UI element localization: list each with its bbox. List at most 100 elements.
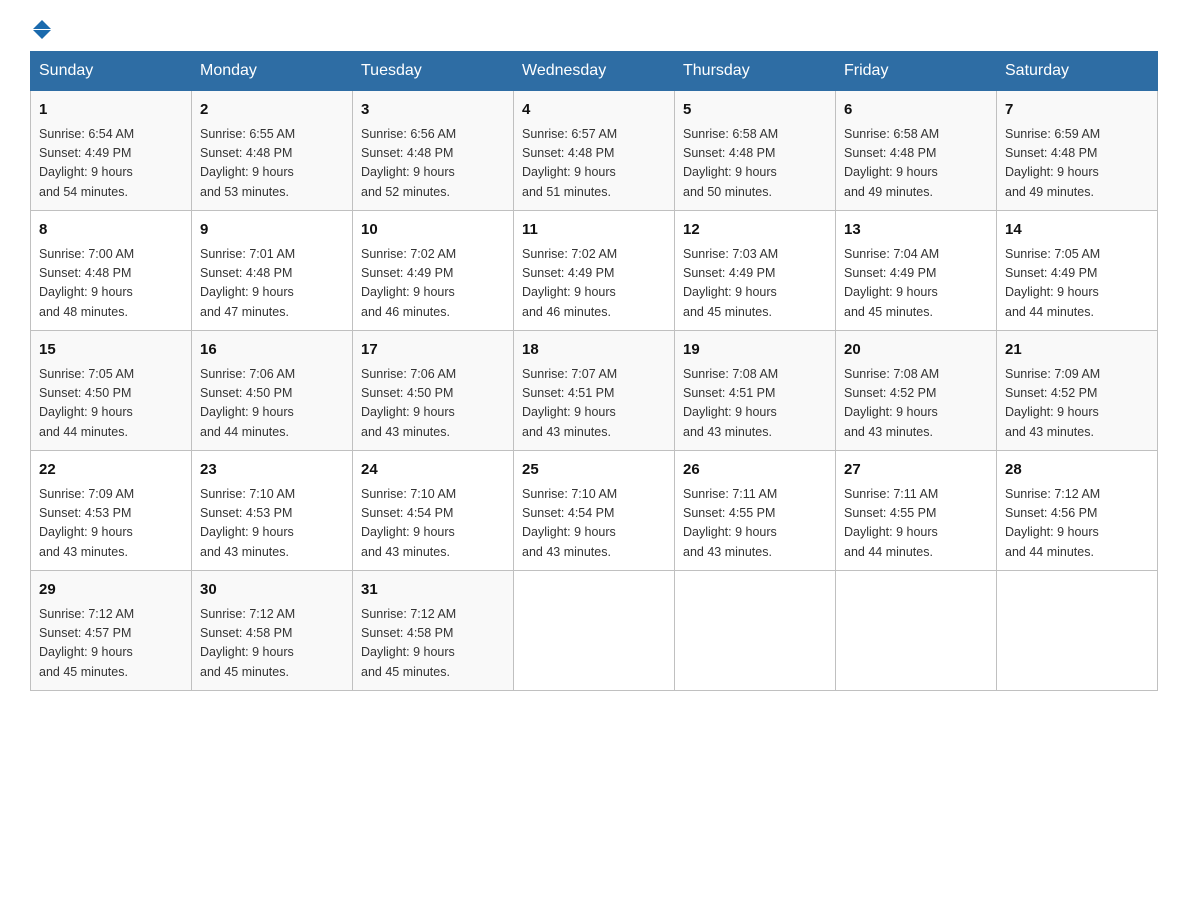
day-number: 23 <box>200 459 344 482</box>
day-info: Sunrise: 7:12 AMSunset: 4:58 PMDaylight:… <box>361 605 505 683</box>
day-number: 30 <box>200 579 344 602</box>
day-number: 24 <box>361 459 505 482</box>
weekday-header-tuesday: Tuesday <box>353 52 514 91</box>
day-number: 26 <box>683 459 827 482</box>
day-info: Sunrise: 7:11 AMSunset: 4:55 PMDaylight:… <box>683 485 827 563</box>
day-number: 13 <box>844 219 988 242</box>
day-info: Sunrise: 7:12 AMSunset: 4:57 PMDaylight:… <box>39 605 183 683</box>
day-number: 29 <box>39 579 183 602</box>
weekday-header-sunday: Sunday <box>31 52 192 91</box>
calendar-cell: 2Sunrise: 6:55 AMSunset: 4:48 PMDaylight… <box>192 91 353 211</box>
day-info: Sunrise: 7:10 AMSunset: 4:54 PMDaylight:… <box>522 485 666 563</box>
day-info: Sunrise: 6:58 AMSunset: 4:48 PMDaylight:… <box>844 125 988 203</box>
day-number: 16 <box>200 339 344 362</box>
calendar-cell: 28 Sunrise: 7:12 AMSunset: 4:56 PMDayligh… <box>997 451 1158 571</box>
weekday-header-monday: Monday <box>192 52 353 91</box>
day-number: 19 <box>683 339 827 362</box>
calendar-cell: 16 Sunrise: 7:06 AMSunset: 4:50 PMDayligh… <box>192 331 353 451</box>
day-number: 22 <box>39 459 183 482</box>
day-number: 4 <box>522 99 666 122</box>
weekday-row: SundayMondayTuesdayWednesdayThursdayFrid… <box>31 52 1158 91</box>
day-info: Sunrise: 6:59 AMSunset: 4:48 PMDaylight:… <box>1005 125 1149 203</box>
calendar-cell: 31 Sunrise: 7:12 AMSunset: 4:58 PMDayligh… <box>353 571 514 691</box>
day-info: Sunrise: 7:00 AMSunset: 4:48 PMDaylight:… <box>39 245 183 323</box>
calendar-header: SundayMondayTuesdayWednesdayThursdayFrid… <box>31 52 1158 91</box>
day-number: 7 <box>1005 99 1149 122</box>
calendar-cell: 24 Sunrise: 7:10 AMSunset: 4:54 PMDayligh… <box>353 451 514 571</box>
day-info: Sunrise: 7:12 AMSunset: 4:56 PMDaylight:… <box>1005 485 1149 563</box>
calendar-cell: 13Sunrise: 7:04 AMSunset: 4:49 PMDayligh… <box>836 211 997 331</box>
day-number: 8 <box>39 219 183 242</box>
calendar-cell: 10 Sunrise: 7:02 AMSunset: 4:49 PMDayligh… <box>353 211 514 331</box>
weekday-header-friday: Friday <box>836 52 997 91</box>
weekday-header-thursday: Thursday <box>675 52 836 91</box>
day-info: Sunrise: 7:06 AMSunset: 4:50 PMDaylight:… <box>200 365 344 443</box>
day-info: Sunrise: 7:10 AMSunset: 4:54 PMDaylight:… <box>361 485 505 563</box>
day-info: Sunrise: 7:02 AMSunset: 4:49 PMDaylight:… <box>361 245 505 323</box>
day-info: Sunrise: 7:11 AMSunset: 4:55 PMDaylight:… <box>844 485 988 563</box>
calendar-cell: 20 Sunrise: 7:08 AMSunset: 4:52 PMDayligh… <box>836 331 997 451</box>
day-info: Sunrise: 6:56 AMSunset: 4:48 PMDaylight:… <box>361 125 505 203</box>
day-info: Sunrise: 6:54 AMSunset: 4:49 PMDaylight:… <box>39 125 183 203</box>
calendar-cell: 18 Sunrise: 7:07 AMSunset: 4:51 PMDayligh… <box>514 331 675 451</box>
day-info: Sunrise: 7:03 AMSunset: 4:49 PMDaylight:… <box>683 245 827 323</box>
day-number: 1 <box>39 99 183 122</box>
day-number: 20 <box>844 339 988 362</box>
day-number: 12 <box>683 219 827 242</box>
calendar-cell: 9 Sunrise: 7:01 AMSunset: 4:48 PMDaylight… <box>192 211 353 331</box>
logo-icon <box>33 20 51 39</box>
day-number: 25 <box>522 459 666 482</box>
day-info: Sunrise: 7:08 AMSunset: 4:52 PMDaylight:… <box>844 365 988 443</box>
calendar-cell: 4Sunrise: 6:57 AMSunset: 4:48 PMDaylight… <box>514 91 675 211</box>
day-info: Sunrise: 7:01 AMSunset: 4:48 PMDaylight:… <box>200 245 344 323</box>
calendar-cell <box>514 571 675 691</box>
calendar-cell: 6 Sunrise: 6:58 AMSunset: 4:48 PMDaylight… <box>836 91 997 211</box>
week-row-2: 8 Sunrise: 7:00 AMSunset: 4:48 PMDaylight… <box>31 211 1158 331</box>
day-info: Sunrise: 7:02 AMSunset: 4:49 PMDaylight:… <box>522 245 666 323</box>
day-number: 28 <box>1005 459 1149 482</box>
day-number: 5 <box>683 99 827 122</box>
day-number: 10 <box>361 219 505 242</box>
calendar-cell: 23 Sunrise: 7:10 AMSunset: 4:53 PMDayligh… <box>192 451 353 571</box>
calendar-cell: 29 Sunrise: 7:12 AMSunset: 4:57 PMDayligh… <box>31 571 192 691</box>
day-info: Sunrise: 7:05 AMSunset: 4:49 PMDaylight:… <box>1005 245 1149 323</box>
day-number: 18 <box>522 339 666 362</box>
page-header <box>30 20 1158 33</box>
calendar-cell: 11 Sunrise: 7:02 AMSunset: 4:49 PMDayligh… <box>514 211 675 331</box>
day-info: Sunrise: 7:10 AMSunset: 4:53 PMDaylight:… <box>200 485 344 563</box>
calendar-cell: 17 Sunrise: 7:06 AMSunset: 4:50 PMDayligh… <box>353 331 514 451</box>
day-info: Sunrise: 7:07 AMSunset: 4:51 PMDaylight:… <box>522 365 666 443</box>
calendar-cell: 12 Sunrise: 7:03 AMSunset: 4:49 PMDayligh… <box>675 211 836 331</box>
week-row-1: 1 Sunrise: 6:54 AMSunset: 4:49 PMDaylight… <box>31 91 1158 211</box>
calendar-cell <box>836 571 997 691</box>
day-number: 27 <box>844 459 988 482</box>
day-info: Sunrise: 7:06 AMSunset: 4:50 PMDaylight:… <box>361 365 505 443</box>
day-number: 11 <box>522 219 666 242</box>
calendar-table: SundayMondayTuesdayWednesdayThursdayFrid… <box>30 51 1158 691</box>
day-number: 21 <box>1005 339 1149 362</box>
day-info: Sunrise: 7:08 AMSunset: 4:51 PMDaylight:… <box>683 365 827 443</box>
calendar-cell <box>997 571 1158 691</box>
day-number: 6 <box>844 99 988 122</box>
day-info: Sunrise: 7:09 AMSunset: 4:52 PMDaylight:… <box>1005 365 1149 443</box>
calendar-cell <box>675 571 836 691</box>
day-info: Sunrise: 7:05 AMSunset: 4:50 PMDaylight:… <box>39 365 183 443</box>
day-number: 17 <box>361 339 505 362</box>
day-info: Sunrise: 6:55 AMSunset: 4:48 PMDaylight:… <box>200 125 344 203</box>
weekday-header-wednesday: Wednesday <box>514 52 675 91</box>
calendar-cell: 30Sunrise: 7:12 AMSunset: 4:58 PMDayligh… <box>192 571 353 691</box>
day-number: 31 <box>361 579 505 602</box>
calendar-cell: 5Sunrise: 6:58 AMSunset: 4:48 PMDaylight… <box>675 91 836 211</box>
calendar-cell: 25 Sunrise: 7:10 AMSunset: 4:54 PMDayligh… <box>514 451 675 571</box>
week-row-5: 29 Sunrise: 7:12 AMSunset: 4:57 PMDayligh… <box>31 571 1158 691</box>
calendar-cell: 21 Sunrise: 7:09 AMSunset: 4:52 PMDayligh… <box>997 331 1158 451</box>
day-number: 9 <box>200 219 344 242</box>
calendar-cell: 15Sunrise: 7:05 AMSunset: 4:50 PMDayligh… <box>31 331 192 451</box>
day-number: 3 <box>361 99 505 122</box>
calendar-cell: 3 Sunrise: 6:56 AMSunset: 4:48 PMDaylight… <box>353 91 514 211</box>
logo <box>30 20 52 33</box>
weekday-header-saturday: Saturday <box>997 52 1158 91</box>
calendar-cell: 26 Sunrise: 7:11 AMSunset: 4:55 PMDayligh… <box>675 451 836 571</box>
calendar-cell: 22Sunrise: 7:09 AMSunset: 4:53 PMDayligh… <box>31 451 192 571</box>
week-row-4: 22Sunrise: 7:09 AMSunset: 4:53 PMDayligh… <box>31 451 1158 571</box>
